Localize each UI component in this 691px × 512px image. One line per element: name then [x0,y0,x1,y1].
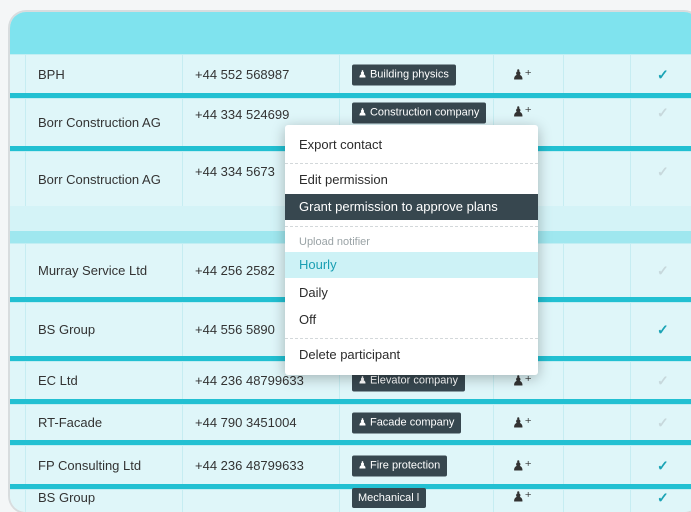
user-group-icon[interactable]: ♟⁺ [512,104,532,121]
menu-item-hourly[interactable]: Hourly [285,252,538,278]
table-row[interactable]: RT-Facade +44 790 3451004 ♟ Facade compan… [10,404,691,441]
company-name: Borr Construction AG [38,171,161,187]
user-group-icon: ♟ [358,69,367,80]
phone-number: +44 236 48799633 [195,373,304,388]
user-group-icon: ♟ [358,107,367,119]
role-tag[interactable]: ♟ Building physics [352,64,456,85]
phone-number: +44 256 2582 [195,263,275,278]
phone-number: +44 236 48799633 [195,457,304,473]
company-name: BS Group [38,322,96,337]
phone-number: +44 556 5890 [195,322,275,337]
company-name: EC Ltd [38,373,78,388]
check-icon[interactable]: ✓ [657,490,669,507]
menu-divider [285,226,538,227]
table-row[interactable]: FP Consulting Ltd +44 236 48799633 ♟ Fire… [10,445,691,485]
menu-divider [285,163,538,164]
role-tag[interactable]: ♟ Construction company [352,102,487,124]
check-icon[interactable]: ✓ [657,322,669,339]
company-name: RT-Facade [38,415,103,430]
menu-item-edit-permission[interactable]: Edit permission [285,167,538,193]
role-tag[interactable]: ♟ Fire protection [352,455,448,476]
check-icon[interactable]: ✓ [657,415,669,432]
phone-number: +44 334 524699 [195,107,290,122]
check-icon[interactable]: ✓ [657,373,669,390]
menu-item-export-contact[interactable]: Export contact [285,132,538,158]
company-name: BPH [38,66,65,82]
company-name: Borr Construction AG [38,115,161,130]
user-group-icon: ♟ [358,375,367,387]
check-icon[interactable]: ✓ [657,66,669,83]
check-icon[interactable]: ✓ [657,164,669,181]
company-name: BS Group [38,490,96,505]
user-group-icon[interactable]: ♟⁺ [512,489,532,506]
user-group-icon: ♟ [358,460,367,471]
company-name: FP Consulting Ltd [38,457,142,473]
menu-item-daily[interactable]: Daily [285,280,538,306]
table-row[interactable]: BPH +44 552 568987 ♟ Building physics ♟⁺ … [10,54,691,94]
user-group-icon[interactable]: ♟⁺ [512,415,532,432]
check-icon[interactable]: ✓ [657,457,669,474]
menu-divider [285,338,538,339]
check-icon[interactable]: ✓ [657,263,669,280]
check-icon[interactable]: ✓ [657,105,669,122]
menu-item-delete-participant[interactable]: Delete participant [285,342,538,368]
menu-item-off[interactable]: Off [285,307,538,333]
phone-number: +44 334 5673 [195,164,275,179]
company-name: Murray Service Ltd [38,263,148,278]
context-menu: Export contact Edit permission Grant per… [285,125,538,375]
phone-number: +44 790 3451004 [195,415,297,430]
user-group-icon: ♟ [358,417,367,429]
menu-item-grant-permission[interactable]: Grant permission to approve plans [285,194,538,220]
user-group-icon[interactable]: ♟⁺ [512,457,532,474]
role-tag[interactable]: Mechanical l [352,488,427,508]
role-tag[interactable]: ♟ Facade company [352,412,462,434]
user-group-icon[interactable]: ♟⁺ [512,373,532,390]
table-header-bar [10,12,691,54]
phone-number: +44 552 568987 [195,66,290,82]
user-group-icon[interactable]: ♟⁺ [512,66,532,83]
menu-group-label: Upload notifier [299,236,370,248]
